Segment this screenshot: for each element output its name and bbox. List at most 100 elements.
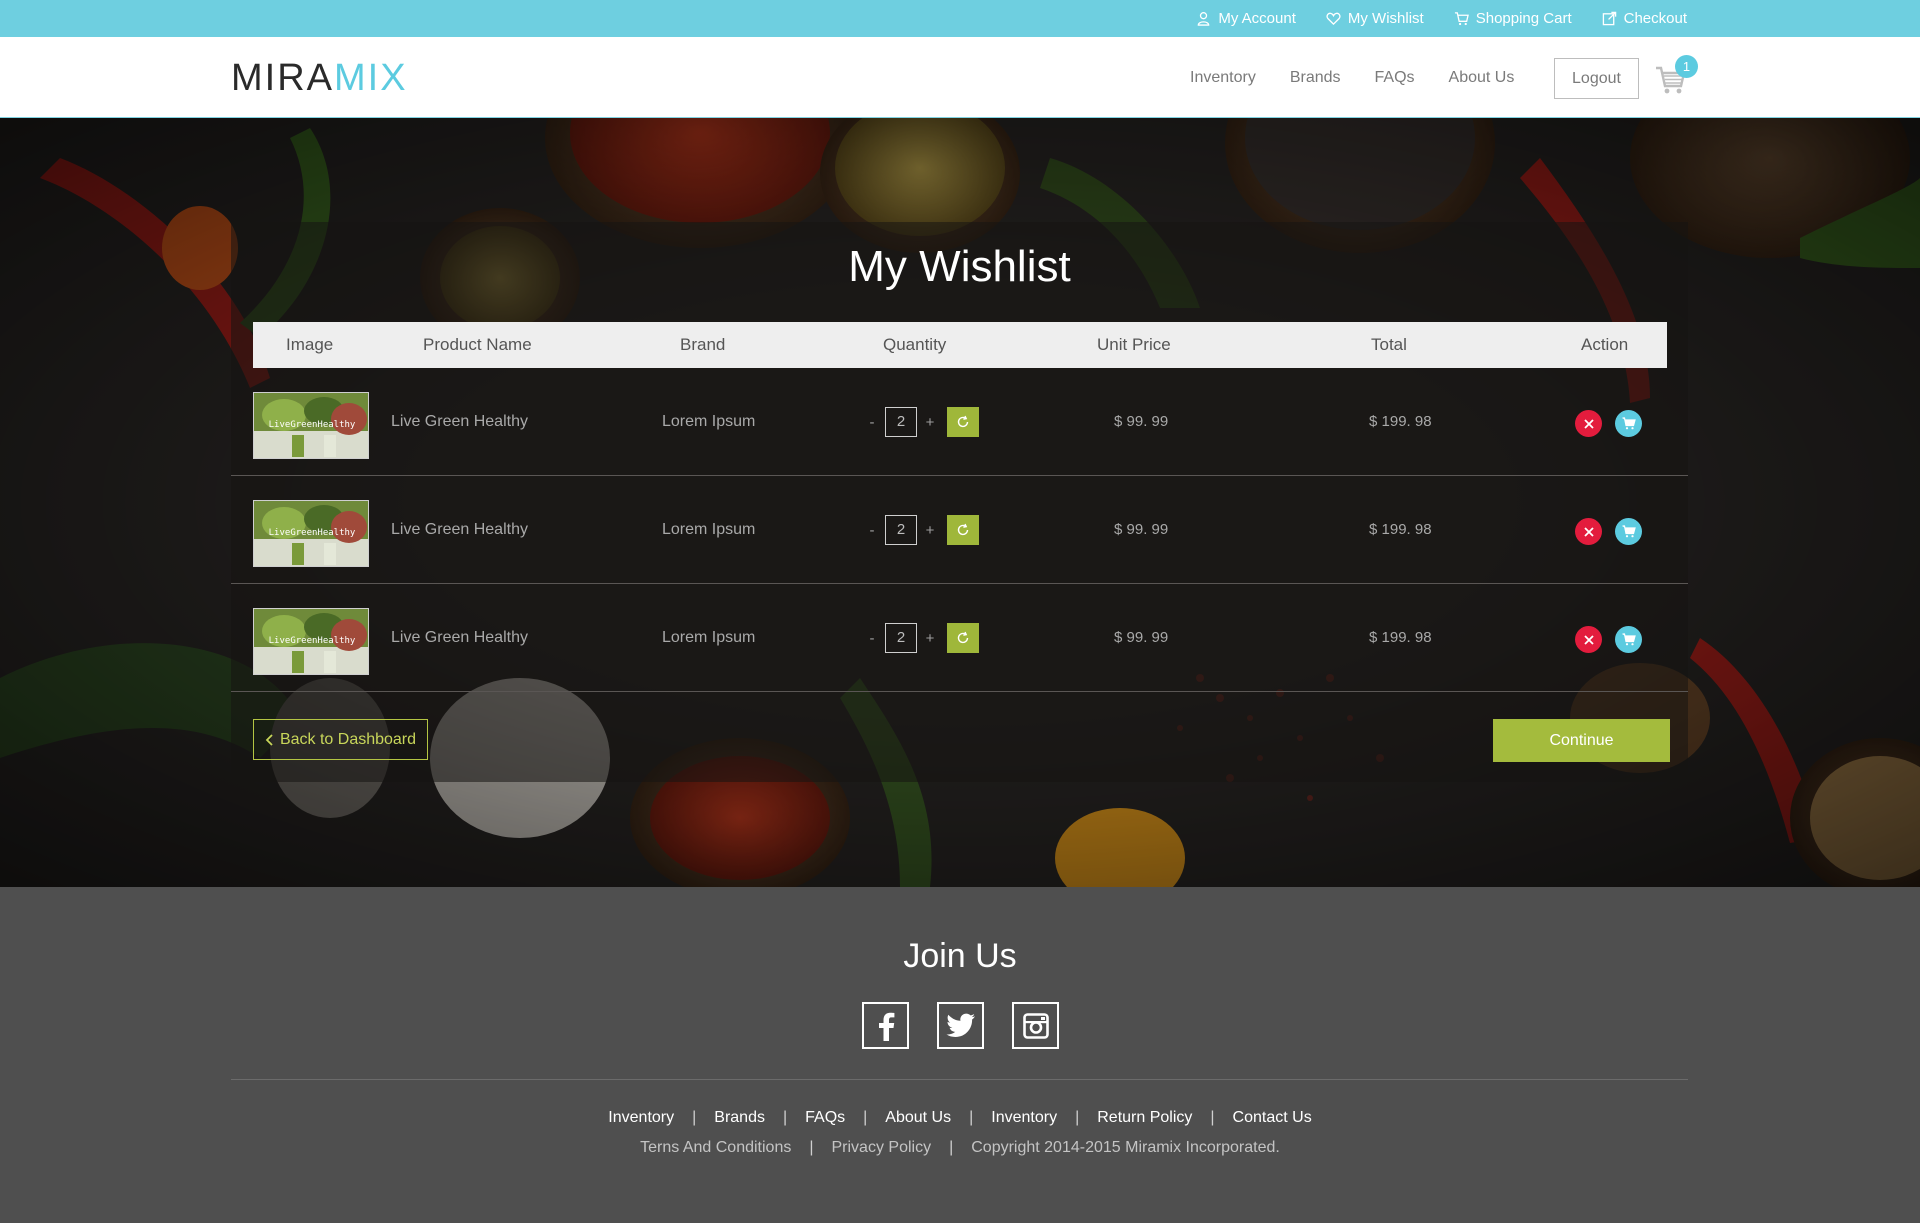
logout-button[interactable]: Logout xyxy=(1554,58,1639,99)
column-header-quantity: Quantity xyxy=(883,335,947,354)
quantity-update-button[interactable] xyxy=(947,515,979,545)
quantity-update-button[interactable] xyxy=(947,623,979,653)
product-name[interactable]: Live Green Healthy xyxy=(391,584,528,692)
unit-price: $ 99. 99 xyxy=(1114,629,1169,646)
nav-faqs[interactable]: FAQs xyxy=(1375,69,1415,87)
quantity-stepper: - 2 + xyxy=(859,623,979,653)
facebook-link[interactable] xyxy=(862,1002,909,1049)
table-row: LiveGreenHealthy Live Green Healthy Lore… xyxy=(231,368,1688,476)
footer-separator: | xyxy=(863,1109,868,1126)
column-header-total: Total xyxy=(1371,335,1407,354)
back-to-dashboard-button[interactable]: Back to Dashboard xyxy=(253,719,428,760)
cart-icon xyxy=(1622,525,1636,538)
shopping-cart-link[interactable]: Shopping Cart xyxy=(1454,10,1572,27)
instagram-icon xyxy=(1022,1012,1049,1039)
remove-item-button[interactable] xyxy=(1575,518,1602,545)
product-thumbnail: LiveGreenHealthy xyxy=(254,393,368,458)
join-us-heading: Join Us xyxy=(903,937,1017,975)
my-account-link[interactable]: My Account xyxy=(1196,10,1296,27)
quantity-update-button[interactable] xyxy=(947,407,979,437)
terms-link[interactable]: Terns And Conditions xyxy=(640,1139,791,1157)
checkout-link[interactable]: Checkout xyxy=(1602,10,1687,27)
footer-separator: | xyxy=(1075,1109,1080,1126)
footer-separator: | xyxy=(692,1109,697,1126)
refresh-icon xyxy=(957,415,969,428)
social-links xyxy=(862,1002,1059,1049)
close-icon xyxy=(1583,526,1594,537)
row-total: $ 199. 98 xyxy=(1369,413,1432,430)
wishlist-table-header: Image Product Name Brand Quantity Unit P… xyxy=(253,322,1667,368)
add-to-cart-button[interactable] xyxy=(1615,626,1642,653)
footer-link-inventory[interactable]: Inventory xyxy=(608,1109,674,1127)
column-header-image: Image xyxy=(286,335,334,354)
quantity-stepper: - 2 + xyxy=(859,515,979,545)
unit-price: $ 99. 99 xyxy=(1114,521,1169,538)
quantity-increase-button[interactable]: + xyxy=(917,630,943,647)
hero-background: My Wishlist Image Product Name Brand Qua… xyxy=(0,118,1920,887)
product-name[interactable]: Live Green Healthy xyxy=(391,368,528,476)
cart-icon xyxy=(1622,417,1636,430)
add-to-cart-button[interactable] xyxy=(1615,410,1642,437)
logo-part-blue: MIX xyxy=(334,57,408,99)
privacy-policy-link[interactable]: Privacy Policy xyxy=(832,1139,932,1157)
footer-link-about-us[interactable]: About Us xyxy=(885,1109,951,1127)
page-title: My Wishlist xyxy=(848,242,1071,291)
footer-link-faqs[interactable]: FAQs xyxy=(805,1109,845,1127)
quantity-input[interactable]: 2 xyxy=(885,407,917,437)
twitter-icon xyxy=(945,1013,975,1037)
quantity-decrease-button[interactable]: - xyxy=(859,414,885,431)
column-header-unit-price: Unit Price xyxy=(1097,335,1171,354)
product-name[interactable]: Live Green Healthy xyxy=(391,476,528,584)
footer-link-inventory-2[interactable]: Inventory xyxy=(991,1109,1057,1127)
continue-button[interactable]: Continue xyxy=(1493,719,1670,762)
checkout-icon xyxy=(1602,11,1616,26)
footer-link-brands[interactable]: Brands xyxy=(714,1109,765,1127)
quantity-decrease-button[interactable]: - xyxy=(859,630,885,647)
user-icon xyxy=(1198,12,1210,26)
footer-link-contact-us[interactable]: Contact Us xyxy=(1233,1109,1312,1127)
my-account-label: My Account xyxy=(1218,10,1296,27)
cart-count-badge: 1 xyxy=(1675,55,1698,78)
quantity-decrease-button[interactable]: - xyxy=(859,522,885,539)
header-cart-button[interactable]: 1 xyxy=(1655,55,1698,99)
footer-separator: | xyxy=(782,1109,788,1126)
quantity-stepper: - 2 + xyxy=(859,407,979,437)
quantity-input[interactable]: 2 xyxy=(885,515,917,545)
product-image[interactable]: LiveGreenHealthy xyxy=(253,608,369,675)
main-header: MIRAMIX Inventory Brands FAQs About Us L… xyxy=(0,37,1920,118)
footer-separator: | xyxy=(1210,1109,1215,1126)
row-total: $ 199. 98 xyxy=(1369,521,1432,538)
quantity-increase-button[interactable]: + xyxy=(917,522,943,539)
utility-links: My Account My Wishlist Shopping Cart Che… xyxy=(1196,0,1687,37)
nav-brands[interactable]: Brands xyxy=(1290,69,1341,87)
site-footer: Join Us Inventory | Brands | FAQs | About U… xyxy=(0,887,1920,1223)
footer-link-return-policy[interactable]: Return Policy xyxy=(1097,1109,1192,1127)
refresh-icon xyxy=(957,523,969,536)
quantity-increase-button[interactable]: + xyxy=(917,414,943,431)
remove-item-button[interactable] xyxy=(1575,626,1602,653)
product-thumbnail: LiveGreenHealthy xyxy=(254,609,368,674)
miramix-logo[interactable]: MIRAMIX xyxy=(231,57,408,100)
product-brand: Lorem Ipsum xyxy=(662,413,756,430)
back-to-dashboard-label: Back to Dashboard xyxy=(279,730,417,748)
product-image[interactable]: LiveGreenHealthy xyxy=(253,500,369,567)
footer-separator: | xyxy=(949,1139,954,1156)
add-to-cart-button[interactable] xyxy=(1615,518,1642,545)
product-image-caption: LiveGreenHealthy xyxy=(269,636,356,646)
nav-inventory[interactable]: Inventory xyxy=(1190,69,1256,87)
column-header-product-name: Product Name xyxy=(423,335,532,354)
cart-icon xyxy=(1454,12,1469,26)
quantity-input[interactable]: 2 xyxy=(885,623,917,653)
product-image[interactable]: LiveGreenHealthy xyxy=(253,392,369,459)
instagram-link[interactable] xyxy=(1012,1002,1059,1049)
footer-nav: Inventory | Brands | FAQs | About Us | Inven… xyxy=(0,1109,1920,1127)
my-wishlist-link[interactable]: My Wishlist xyxy=(1326,10,1424,27)
close-icon xyxy=(1583,418,1594,429)
facebook-icon xyxy=(878,1012,894,1041)
remove-item-button[interactable] xyxy=(1575,410,1602,437)
twitter-link[interactable] xyxy=(937,1002,984,1049)
row-total: $ 199. 98 xyxy=(1369,629,1432,646)
unit-price: $ 99. 99 xyxy=(1114,413,1169,430)
nav-about-us[interactable]: About Us xyxy=(1449,69,1515,87)
main-nav: Inventory Brands FAQs About Us xyxy=(1190,37,1514,118)
